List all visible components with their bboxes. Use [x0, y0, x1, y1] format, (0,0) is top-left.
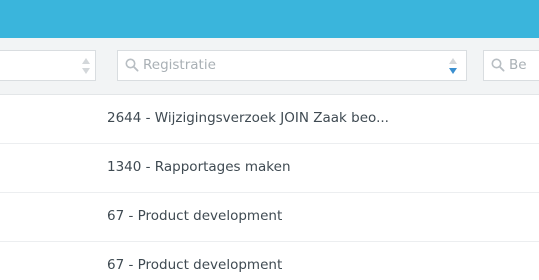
next-filter-input[interactable]: Be — [483, 50, 539, 81]
table-row[interactable]: 67 - Product development — [0, 193, 539, 242]
registratie-cell: 2644 - Wijzigingsverzoek JOIN Zaak beo..… — [107, 110, 389, 126]
registratie-cell: 67 - Product development — [107, 208, 283, 224]
filter-row: Registratie Be — [0, 38, 539, 95]
header-bar — [0, 0, 539, 38]
table-row[interactable]: 1340 - Rapportages maken — [0, 144, 539, 193]
sort-icon[interactable] — [81, 57, 91, 75]
search-icon — [491, 58, 505, 72]
table-row[interactable]: 67 - Product development — [0, 242, 539, 280]
search-icon — [125, 58, 139, 72]
registratie-filter-input[interactable]: Registratie — [117, 50, 467, 81]
registratie-cell: 67 - Product development — [107, 257, 283, 273]
next-filter-placeholder: Be — [509, 57, 527, 73]
table-row[interactable]: 2644 - Wijzigingsverzoek JOIN Zaak beo..… — [0, 95, 539, 144]
page: Registratie Be 2644 - Wijzigingsverzoek … — [0, 0, 539, 280]
table-body: 2644 - Wijzigingsverzoek JOIN Zaak beo..… — [0, 95, 539, 280]
registratie-placeholder: Registratie — [143, 57, 216, 73]
sort-icon[interactable] — [448, 57, 458, 75]
filter-input-prev[interactable] — [0, 50, 96, 81]
registratie-cell: 1340 - Rapportages maken — [107, 159, 291, 175]
